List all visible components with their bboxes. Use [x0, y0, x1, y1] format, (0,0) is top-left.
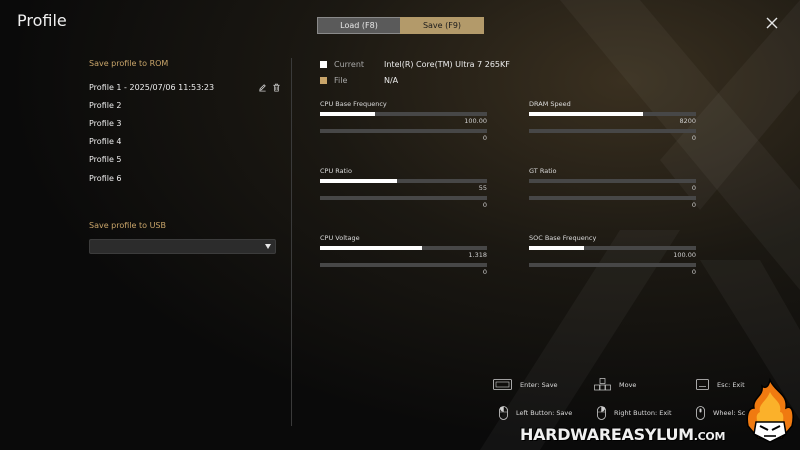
profile-actions [258, 83, 281, 92]
file-bar [529, 196, 696, 200]
profile-item-5[interactable]: Profile 5 [89, 151, 284, 169]
load-save-tabs: Load (F8) Save (F9) [317, 17, 484, 34]
metric-label: SOC Base Frequency [529, 234, 597, 242]
tab-save[interactable]: Save (F9) [400, 17, 484, 34]
dropdown-caret-icon [265, 244, 271, 249]
current-bar [529, 112, 696, 116]
file-value: 0 [691, 201, 696, 209]
file-value: 0 [691, 268, 696, 276]
profile-item-2[interactable]: Profile 2 [89, 96, 284, 114]
profile-label: Profile 1 - 2025/07/06 11:53:23 [89, 82, 215, 92]
metric-cpu-base-frequency: CPU Base Frequency 100.00 0 [320, 100, 487, 144]
legend-file-value: N/A [384, 76, 399, 85]
legend-current-value: Intel(R) Core(TM) Ultra 7 265KF [384, 60, 510, 69]
current-bar [529, 179, 696, 183]
page-title: Profile [17, 11, 67, 30]
enter-key-icon [493, 379, 512, 390]
current-bar [320, 179, 487, 183]
current-bar-fill [529, 246, 585, 250]
usb-profile-select[interactable] [89, 239, 276, 254]
column-divider [291, 58, 292, 426]
legend-file: File N/A [320, 76, 398, 85]
current-value: 100.00 [673, 251, 696, 259]
current-bar-fill [320, 246, 422, 250]
legend-current: Current Intel(R) Core(TM) Ultra 7 265KF [320, 60, 510, 69]
file-swatch-icon [320, 77, 327, 84]
metric-soc-base-frequency: SOC Base Frequency 100.00 0 [529, 234, 696, 278]
file-bar [320, 263, 487, 267]
metric-cpu-ratio: CPU Ratio 55 0 [320, 167, 487, 211]
current-value: 8200 [679, 117, 696, 125]
watermark-text: HARDWAREASYLUM.COM [520, 425, 725, 444]
metric-dram-speed: DRAM Speed 8200 0 [529, 100, 696, 144]
file-bar [320, 129, 487, 133]
watermark-brand: HARDWAREASYLUM [520, 425, 694, 444]
current-bar [529, 246, 696, 250]
file-value: 0 [691, 134, 696, 142]
metric-gt-ratio: GT Ratio 0 0 [529, 167, 696, 211]
mouse-left-icon [499, 406, 508, 420]
current-bar-fill [320, 179, 397, 183]
legend-file-label: File [334, 76, 348, 85]
file-value: 0 [482, 134, 487, 142]
current-bar [320, 112, 487, 116]
file-bar [529, 129, 696, 133]
edit-icon[interactable] [258, 83, 267, 92]
metric-label: CPU Base Frequency [320, 100, 387, 108]
metric-label: GT Ratio [529, 167, 557, 175]
watermark-domain: .COM [693, 430, 726, 443]
current-bar [320, 246, 487, 250]
file-value: 0 [482, 201, 487, 209]
metric-label: CPU Ratio [320, 167, 352, 175]
usb-section-heading: Save profile to USB [89, 221, 166, 230]
current-swatch-icon [320, 61, 327, 68]
rom-section-heading: Save profile to ROM [89, 59, 169, 68]
metric-label: CPU Voltage [320, 234, 360, 242]
current-bar-fill [320, 112, 376, 116]
hardware-asylum-watermark: HARDWAREASYLUM.COM [520, 378, 800, 450]
tab-load[interactable]: Load (F8) [317, 17, 400, 34]
file-bar [320, 196, 487, 200]
close-icon[interactable] [764, 15, 780, 31]
profile-item-6[interactable]: Profile 6 [89, 169, 284, 187]
flame-mascot-icon [746, 378, 794, 443]
metric-label: DRAM Speed [529, 100, 571, 108]
current-bar-fill [529, 112, 643, 116]
profile-item-3[interactable]: Profile 3 [89, 114, 284, 132]
legend-current-label: Current [334, 60, 365, 69]
file-bar [529, 263, 696, 267]
current-value: 55 [478, 184, 487, 192]
profile-list: Profile 1 - 2025/07/06 11:53:23 Profile … [89, 78, 284, 187]
metric-cpu-voltage: CPU Voltage 1.318 0 [320, 234, 487, 278]
trash-icon[interactable] [272, 83, 281, 92]
current-value: 100.00 [464, 117, 487, 125]
current-value: 1.318 [468, 251, 487, 259]
profile-item-4[interactable]: Profile 4 [89, 133, 284, 151]
profile-item-1[interactable]: Profile 1 - 2025/07/06 11:53:23 [89, 78, 284, 96]
file-value: 0 [482, 268, 487, 276]
current-value: 0 [691, 184, 696, 192]
